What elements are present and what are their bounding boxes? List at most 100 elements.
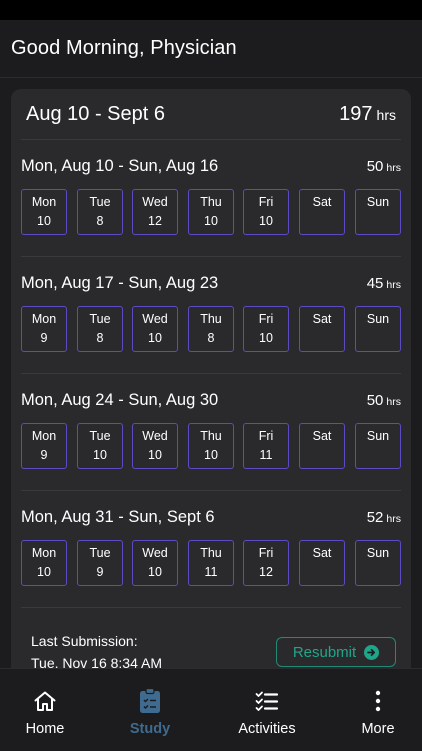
day-hours: 10 <box>37 565 51 579</box>
day-hours: 9 <box>40 331 48 345</box>
day-cell-wed[interactable]: Wed 10 <box>132 423 178 469</box>
summary-total-value: 197 <box>339 102 373 125</box>
day-cell-sun[interactable]: Sun <box>355 540 401 586</box>
week-hours: 45 hrs <box>367 275 401 292</box>
day-hours: 10 <box>259 331 273 345</box>
day-cell-sat[interactable]: Sat <box>299 306 345 352</box>
week-range: Mon, Aug 10 - Sun, Aug 16 <box>21 156 219 175</box>
tab-activities[interactable]: Activities <box>228 669 306 751</box>
content-scroll-area[interactable]: Aug 10 - Sept 6 197 hrs Mon, Aug 10 - Sun… <box>0 79 422 668</box>
day-cell-tue[interactable]: Tue 9 <box>77 540 123 586</box>
day-hours: 10 <box>204 448 218 462</box>
divider <box>21 607 401 608</box>
week-range: Mon, Aug 17 - Sun, Aug 23 <box>21 273 219 292</box>
week-hours-unit: hrs <box>386 161 401 174</box>
resubmit-button[interactable]: Resubmit <box>276 637 396 667</box>
day-cell-wed[interactable]: Wed 12 <box>132 189 178 235</box>
greeting-title: Good Morning, Physician <box>11 37 237 59</box>
day-name: Sun <box>366 312 390 326</box>
day-hours: 10 <box>259 214 273 228</box>
week-hours: 50 hrs <box>367 158 401 175</box>
day-cell-sat[interactable]: Sat <box>299 423 345 469</box>
day-name: Tue <box>89 312 111 326</box>
day-name: Wed <box>142 429 168 443</box>
day-cell-mon[interactable]: Mon 10 <box>21 189 67 235</box>
day-name: Sun <box>366 429 390 443</box>
week-header: Mon, Aug 10 - Sun, Aug 16 50 hrs <box>21 154 401 178</box>
day-cell-wed[interactable]: Wed 10 <box>132 540 178 586</box>
week-days-row: Mon 9 Tue 8 Wed 10 Thu 8 Fri 10 Sat Sun <box>21 306 401 352</box>
day-hours: 8 <box>96 214 104 228</box>
day-name: Thu <box>200 312 222 326</box>
week-header: Mon, Aug 31 - Sun, Sept 6 52 hrs <box>21 505 401 529</box>
week-block: Mon, Aug 10 - Sun, Aug 16 50 hrs Mon 10 Tue 8 W… <box>11 140 411 257</box>
summary-total-unit: hrs <box>376 106 396 123</box>
day-cell-wed[interactable]: Wed 10 <box>132 306 178 352</box>
day-name: Wed <box>142 546 168 560</box>
day-cell-thu[interactable]: Thu 10 <box>188 189 234 235</box>
week-block: Mon, Aug 31 - Sun, Sept 6 52 hrs Mon 10 Tue 9 W… <box>11 491 411 608</box>
day-cell-mon[interactable]: Mon 9 <box>21 306 67 352</box>
day-name: Wed <box>142 312 168 326</box>
more-vertical-icon <box>374 688 382 714</box>
day-hours: 8 <box>207 331 215 345</box>
day-name: Fri <box>258 429 274 443</box>
day-name: Thu <box>200 195 222 209</box>
tab-more-label: More <box>361 721 395 737</box>
tab-study-label: Study <box>129 721 171 737</box>
week-block: Mon, Aug 24 - Sun, Aug 30 50 hrs Mon 9 Tue 10 W… <box>11 374 411 491</box>
day-hours: 10 <box>93 448 107 462</box>
day-cell-sun[interactable]: Sun <box>355 189 401 235</box>
last-submission: Last Submission: Tue, Nov 16 8:34 AM <box>31 630 211 668</box>
day-hours: 9 <box>40 448 48 462</box>
tab-more[interactable]: More <box>356 669 400 751</box>
day-cell-sun[interactable]: Sun <box>355 423 401 469</box>
day-cell-thu[interactable]: Thu 11 <box>188 540 234 586</box>
tab-home[interactable]: Home <box>18 669 72 751</box>
week-hours: 50 hrs <box>367 392 401 409</box>
day-name: Tue <box>89 195 111 209</box>
day-name: Sun <box>366 546 390 560</box>
day-cell-thu[interactable]: Thu 8 <box>188 306 234 352</box>
summary-total: 197 hrs <box>339 103 396 126</box>
week-hours-unit: hrs <box>386 278 401 291</box>
last-submission-time: Tue, Nov 16 8:34 AM <box>31 655 162 668</box>
day-cell-tue[interactable]: Tue 8 <box>77 306 123 352</box>
day-cell-fri[interactable]: Fri 12 <box>243 540 289 586</box>
resubmit-label: Resubmit <box>292 643 357 661</box>
day-name: Mon <box>31 429 57 443</box>
day-cell-sat[interactable]: Sat <box>299 540 345 586</box>
day-cell-fri[interactable]: Fri 10 <box>243 306 289 352</box>
day-name: Sun <box>366 195 390 209</box>
day-name: Tue <box>89 546 111 560</box>
clipboard-icon <box>139 688 161 714</box>
day-cell-fri[interactable]: Fri 10 <box>243 189 289 235</box>
day-hours: 11 <box>204 565 218 579</box>
week-hours-value: 52 <box>366 508 384 526</box>
week-days-row: Mon 9 Tue 10 Wed 10 Thu 10 Fri 11 Sat Sun <box>21 423 401 469</box>
day-cell-thu[interactable]: Thu 10 <box>188 423 234 469</box>
week-hours-unit: hrs <box>386 395 401 408</box>
day-cell-sun[interactable]: Sun <box>355 306 401 352</box>
day-name: Fri <box>258 546 274 560</box>
day-cell-tue[interactable]: Tue 10 <box>77 423 123 469</box>
day-cell-tue[interactable]: Tue 8 <box>77 189 123 235</box>
day-cell-mon[interactable]: Mon 9 <box>21 423 67 469</box>
tab-study[interactable]: Study <box>122 669 178 751</box>
hours-summary-card: Aug 10 - Sept 6 197 hrs Mon, Aug 10 - Sun… <box>11 89 411 668</box>
week-hours-value: 45 <box>366 274 384 292</box>
day-hours: 12 <box>148 214 162 228</box>
day-cell-fri[interactable]: Fri 11 <box>243 423 289 469</box>
week-header: Mon, Aug 24 - Sun, Aug 30 50 hrs <box>21 388 401 412</box>
week-range: Mon, Aug 24 - Sun, Aug 30 <box>21 390 219 409</box>
checklist-icon <box>255 688 279 714</box>
week-hours-value: 50 <box>366 157 384 175</box>
day-cell-mon[interactable]: Mon 10 <box>21 540 67 586</box>
week-days-row: Mon 10 Tue 8 Wed 12 Thu 10 Fri 10 Sat Sun <box>21 189 401 235</box>
day-cell-sat[interactable]: Sat <box>299 189 345 235</box>
bottom-tab-bar: Home Study Activities More <box>0 668 422 750</box>
last-submission-label: Last Submission: <box>31 633 138 649</box>
tab-home-label: Home <box>25 721 65 737</box>
day-name: Fri <box>258 312 274 326</box>
week-days-row: Mon 10 Tue 9 Wed 10 Thu 11 Fri 12 Sat Sun <box>21 540 401 586</box>
